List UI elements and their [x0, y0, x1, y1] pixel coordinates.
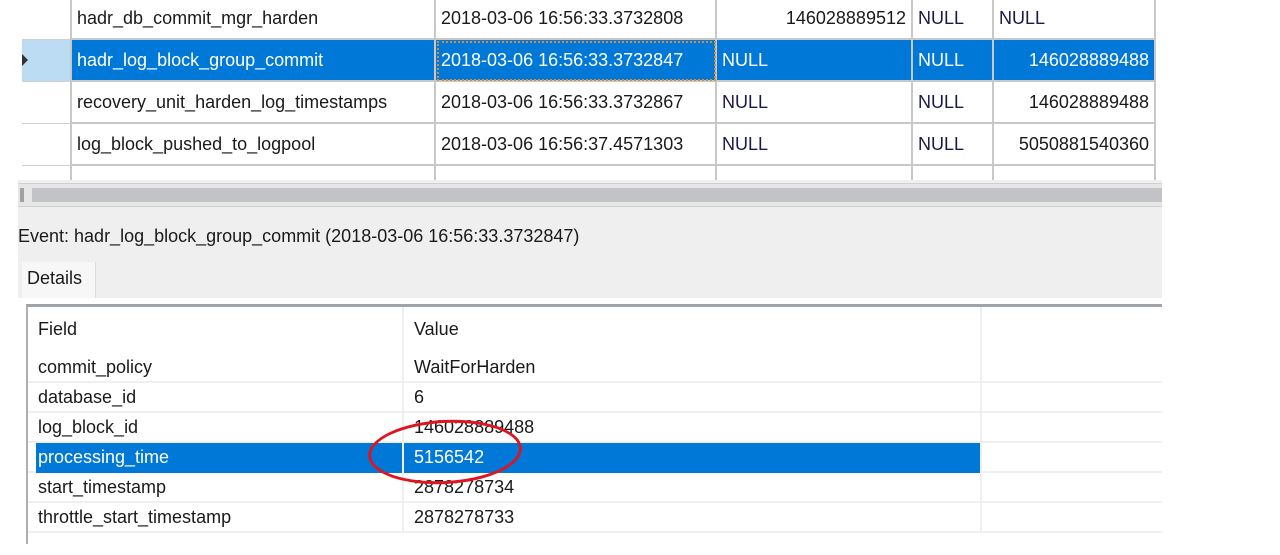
- event-label: Event: hadr_log_block_group_commit (2018…: [18, 226, 580, 246]
- details-header-row: Field Value: [28, 307, 1162, 353]
- value-cell[interactable]: NULL: [913, 0, 994, 40]
- details-row[interactable]: commit_policy WaitForHarden: [28, 353, 1162, 383]
- horizontal-scrollbar[interactable]: [18, 183, 1162, 207]
- empty-column-header: [980, 307, 1162, 353]
- field-cell[interactable]: commit_policy: [28, 353, 402, 383]
- value-cell[interactable]: 5050881540360: [994, 124, 1156, 166]
- timestamp-cell[interactable]: 2018-03-06 16:56:33.3732808: [436, 0, 717, 40]
- event-name-cell[interactable]: hadr_db_commit_mgr_harden: [70, 0, 436, 40]
- field-cell[interactable]: processing_time: [36, 443, 402, 473]
- details-grid: Field Value commit_policy WaitForHarden …: [26, 304, 1162, 544]
- table-row-selected[interactable]: hadr_log_block_group_commit 2018-03-06 1…: [22, 40, 1162, 82]
- empty-cell: [980, 383, 1162, 413]
- row-header[interactable]: [22, 40, 70, 82]
- value-cell[interactable]: 146028889512: [717, 0, 913, 40]
- row-header[interactable]: [22, 0, 70, 40]
- event-name-cell[interactable]: recovery_unit_harden_log_timestamps: [70, 82, 436, 124]
- field-cell[interactable]: log_block_id: [28, 413, 402, 443]
- value-cell[interactable]: [994, 166, 1156, 180]
- value-cell[interactable]: 2878278734: [402, 473, 980, 503]
- current-row-arrow-icon: [22, 54, 28, 66]
- value-cell[interactable]: [913, 166, 994, 180]
- details-row[interactable]: database_id 6: [28, 383, 1162, 413]
- details-row[interactable]: throttle_start_timestamp 2878278733: [28, 503, 1162, 533]
- timestamp-cell[interactable]: 2018-03-06 16:56:33.3732847: [436, 40, 717, 82]
- timestamp-cell[interactable]: 2018-03-06 16:56:37.4571303: [436, 124, 717, 166]
- scroll-left-icon[interactable]: [20, 188, 24, 202]
- events-grid: hadr_db_commit_mgr_harden 2018-03-06 16:…: [22, 0, 1162, 180]
- field-cell[interactable]: throttle_start_timestamp: [28, 503, 402, 533]
- field-cell[interactable]: start_timestamp: [28, 473, 402, 503]
- value-cell[interactable]: NULL: [717, 82, 913, 124]
- value-cell[interactable]: NULL: [913, 40, 994, 82]
- value-cell[interactable]: 6: [402, 383, 980, 413]
- empty-cell: [980, 473, 1162, 503]
- scrollbar-thumb[interactable]: [32, 188, 1162, 202]
- details-row[interactable]: start_timestamp 2878278734: [28, 473, 1162, 503]
- table-row[interactable]: hadr_db_commit_mgr_harden 2018-03-06 16:…: [22, 0, 1162, 40]
- value-cell[interactable]: 146028889488: [994, 82, 1156, 124]
- field-column-header[interactable]: Field: [28, 307, 402, 353]
- empty-cell: [980, 353, 1162, 383]
- table-row[interactable]: log_block_pushed_to_logpool 2018-03-06 1…: [22, 124, 1162, 166]
- value-cell[interactable]: NULL: [994, 0, 1156, 40]
- field-cell[interactable]: database_id: [28, 383, 402, 413]
- row-header[interactable]: [22, 124, 70, 166]
- value-cell[interactable]: NULL: [913, 124, 994, 166]
- value-cell[interactable]: NULL: [717, 124, 913, 166]
- timestamp-cell[interactable]: 2018-03-06 16:56:33.3732867: [436, 82, 717, 124]
- value-cell[interactable]: NULL: [913, 82, 994, 124]
- empty-cell: [980, 413, 1162, 443]
- details-row-selected[interactable]: processing_time 5156542: [28, 443, 1162, 473]
- row-header[interactable]: [22, 166, 70, 180]
- value-cell[interactable]: NULL: [717, 40, 913, 82]
- details-row[interactable]: log_block_id 146028889488: [28, 413, 1162, 443]
- table-row[interactable]: recovery_unit_harden_log_timestamps 2018…: [22, 82, 1162, 124]
- timestamp-cell[interactable]: [436, 166, 717, 180]
- tab-details[interactable]: Details: [22, 262, 96, 298]
- event-name-cell[interactable]: log_block_pushed_to_logpool: [70, 124, 436, 166]
- row-header[interactable]: [22, 82, 70, 124]
- empty-cell: [980, 443, 1162, 473]
- event-name-cell[interactable]: [70, 166, 436, 180]
- empty-cell: [980, 503, 1162, 533]
- event-name-cell[interactable]: hadr_log_block_group_commit: [70, 40, 436, 82]
- table-row-partial[interactable]: [22, 166, 1162, 180]
- value-cell[interactable]: 2878278733: [402, 503, 980, 533]
- value-cell[interactable]: [717, 166, 913, 180]
- value-cell[interactable]: WaitForHarden: [402, 353, 980, 383]
- value-column-header[interactable]: Value: [402, 307, 980, 353]
- value-cell[interactable]: 146028889488: [994, 40, 1156, 82]
